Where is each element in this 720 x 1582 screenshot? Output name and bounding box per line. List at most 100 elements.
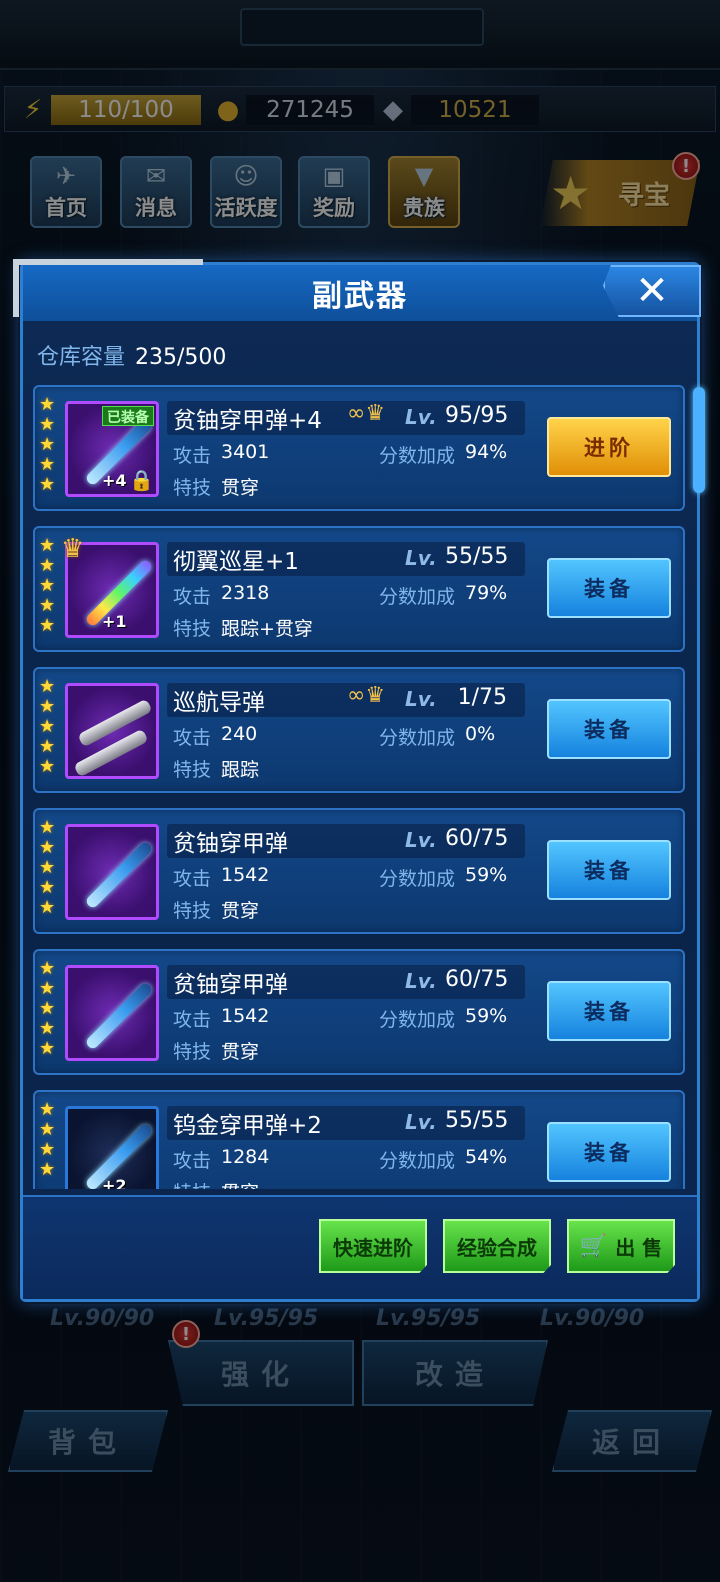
bonus-label: 分数加成	[379, 727, 456, 749]
star-rating: ★ ★ ★ ★ ★	[39, 394, 56, 495]
skill-value: 贯穿	[221, 477, 260, 499]
attack-label: 攻击	[173, 727, 212, 749]
bonus-value: 94%	[465, 441, 508, 463]
bonus-value: 0%	[465, 723, 496, 745]
level-label: Lv.	[405, 546, 437, 570]
star-rating: ★ ★ ★ ★ ★	[39, 535, 56, 636]
attack-label: 攻击	[173, 1150, 212, 1172]
secondary-weapon-dialog: 副武器 ✕ 仓库容量 235/500 ★ ★ ★ ★ ★ 已装备 +4 🔒 贫铀穿甲弹+4…	[13, 259, 705, 1302]
skill-value: 贯穿	[221, 900, 260, 922]
level-label: Lv.	[405, 687, 437, 711]
close-icon: ✕	[635, 268, 669, 314]
level-label: Lv.	[405, 828, 437, 852]
link-badge-icon: ∞♛	[347, 683, 386, 708]
bonus-label: 分数加成	[379, 1009, 456, 1031]
weapon-thumbnail: +2	[65, 1106, 159, 1189]
attack-label: 攻击	[173, 445, 212, 467]
star-rating: ★ ★ ★ ★ ★	[39, 958, 56, 1059]
equip-button[interactable]: 装备	[547, 558, 671, 618]
weapon-card[interactable]: ★ ★ ★ ★ ★ 已装备 +4 🔒 贫铀穿甲弹+4 ∞♛ Lv. 95/95 攻击 3…	[33, 385, 685, 511]
exp-merge-button[interactable]: 经验合成	[443, 1219, 551, 1273]
bonus-label: 分数加成	[379, 586, 456, 608]
skill-label: 特技	[173, 1041, 212, 1063]
equip-button[interactable]: 装备	[547, 840, 671, 900]
star-rating: ★ ★ ★ ★ ★	[39, 676, 56, 777]
attack-value: 1542	[221, 1005, 270, 1027]
skill-value: 跟踪	[221, 759, 260, 781]
weapon-name: 贫铀穿甲弹	[173, 972, 288, 998]
quick-advance-button[interactable]: 快速进阶	[319, 1219, 427, 1273]
equip-button[interactable]: 装备	[547, 981, 671, 1041]
level-value: 95/95	[445, 403, 509, 428]
attack-value: 3401	[221, 441, 270, 463]
crown-icon: ♛	[61, 534, 85, 564]
level-label: Lv.	[405, 405, 437, 429]
level-value: 55/55	[445, 544, 509, 569]
bonus-value: 79%	[465, 582, 508, 604]
missile-icon	[84, 840, 154, 910]
sell-button[interactable]: 🛒 出 售	[567, 1219, 675, 1273]
level-label: Lv.	[405, 1110, 437, 1134]
equipped-tag: 已装备	[102, 406, 154, 426]
attack-value: 1542	[221, 864, 270, 886]
skill-value: 跟踪+贯穿	[221, 618, 313, 640]
capacity-value: 235/500	[135, 345, 227, 370]
weapon-name: 贫铀穿甲弹	[173, 831, 288, 857]
bonus-label: 分数加成	[379, 1150, 456, 1172]
weapon-name: 巡航导弹	[173, 690, 265, 716]
sell-label: 出 售	[615, 1235, 663, 1260]
weapon-thumbnail: 已装备 +4 🔒	[65, 401, 159, 497]
weapon-thumbnail	[65, 965, 159, 1061]
weapon-card[interactable]: ★ ★ ★ ★ ★ 贫铀穿甲弹 Lv. 60/75 攻击 1542 分数加成 59% 特…	[33, 949, 685, 1075]
skill-value: 贯穿	[221, 1041, 260, 1063]
advance-button[interactable]: 进阶	[547, 417, 671, 477]
bonus-value: 59%	[465, 864, 508, 886]
attack-label: 攻击	[173, 586, 212, 608]
weapon-name: 钨金穿甲弹+2	[173, 1113, 322, 1139]
missile-icon	[84, 981, 154, 1051]
plus-level: +2	[102, 1176, 127, 1189]
skill-label: 特技	[173, 618, 212, 640]
skill-label: 特技	[173, 1178, 211, 1189]
list-scrollbar[interactable]	[693, 387, 705, 493]
dialog-footer: 快速进阶 经验合成 🛒 出 售	[23, 1195, 697, 1299]
attack-label: 攻击	[173, 1009, 212, 1031]
level-label: Lv.	[405, 969, 437, 993]
plus-level: +1	[102, 612, 127, 631]
skill-label: 特技	[173, 759, 212, 781]
dialog-header: 副武器	[23, 265, 697, 321]
equip-button[interactable]: 装备	[547, 699, 671, 759]
lock-icon: 🔒	[129, 468, 154, 492]
bonus-value: 54%	[465, 1146, 508, 1168]
warehouse-capacity: 仓库容量 235/500	[37, 339, 226, 371]
attack-label: 攻击	[173, 868, 212, 890]
plus-level: +4	[102, 471, 127, 490]
level-value: 60/75	[445, 967, 509, 992]
quick-advance-label: 快速进阶	[333, 1235, 413, 1260]
weapon-name: 贫铀穿甲弹+4	[173, 408, 322, 434]
capacity-label: 仓库容量	[37, 345, 126, 370]
dialog-title: 副武器	[312, 279, 408, 314]
bonus-value: 59%	[465, 1005, 508, 1027]
cart-icon: 🛒	[579, 1233, 608, 1259]
bonus-label: 分数加成	[379, 445, 456, 467]
skill-value: 贯穿	[221, 1178, 259, 1189]
bonus-label: 分数加成	[379, 868, 456, 890]
weapon-card[interactable]: ★ ★ ★ ★ +2 钨金穿甲弹+2 Lv. 55/55 攻击 1284 分数加成 5…	[33, 1090, 685, 1189]
level-value: 55/55	[445, 1108, 509, 1133]
close-button[interactable]: ✕	[603, 265, 701, 317]
attack-value: 240	[221, 723, 258, 745]
star-rating: ★ ★ ★ ★	[39, 1099, 56, 1180]
skill-label: 特技	[173, 900, 212, 922]
weapon-thumbnail	[65, 824, 159, 920]
equip-button[interactable]: 装备	[547, 1122, 671, 1182]
weapon-card[interactable]: ★ ★ ★ ★ ★ +1 ♛ 彻翼巡星+1 Lv. 55/55 攻击 2318 分数加成…	[33, 526, 685, 652]
weapon-card[interactable]: ★ ★ ★ ★ ★ 贫铀穿甲弹 Lv. 60/75 攻击 1542 分数加成 59% 特…	[33, 808, 685, 934]
attack-value: 1284	[221, 1146, 270, 1168]
weapon-list[interactable]: ★ ★ ★ ★ ★ 已装备 +4 🔒 贫铀穿甲弹+4 ∞♛ Lv. 95/95 攻击 3…	[33, 385, 693, 1189]
exp-merge-label: 经验合成	[457, 1235, 537, 1260]
star-rating: ★ ★ ★ ★ ★	[39, 817, 56, 918]
weapon-card[interactable]: ★ ★ ★ ★ ★ 巡航导弹 ∞♛ Lv. 1/75 攻击 240 分数加成 0% 特技…	[33, 667, 685, 793]
skill-label: 特技	[173, 477, 212, 499]
level-value: 60/75	[445, 826, 509, 851]
